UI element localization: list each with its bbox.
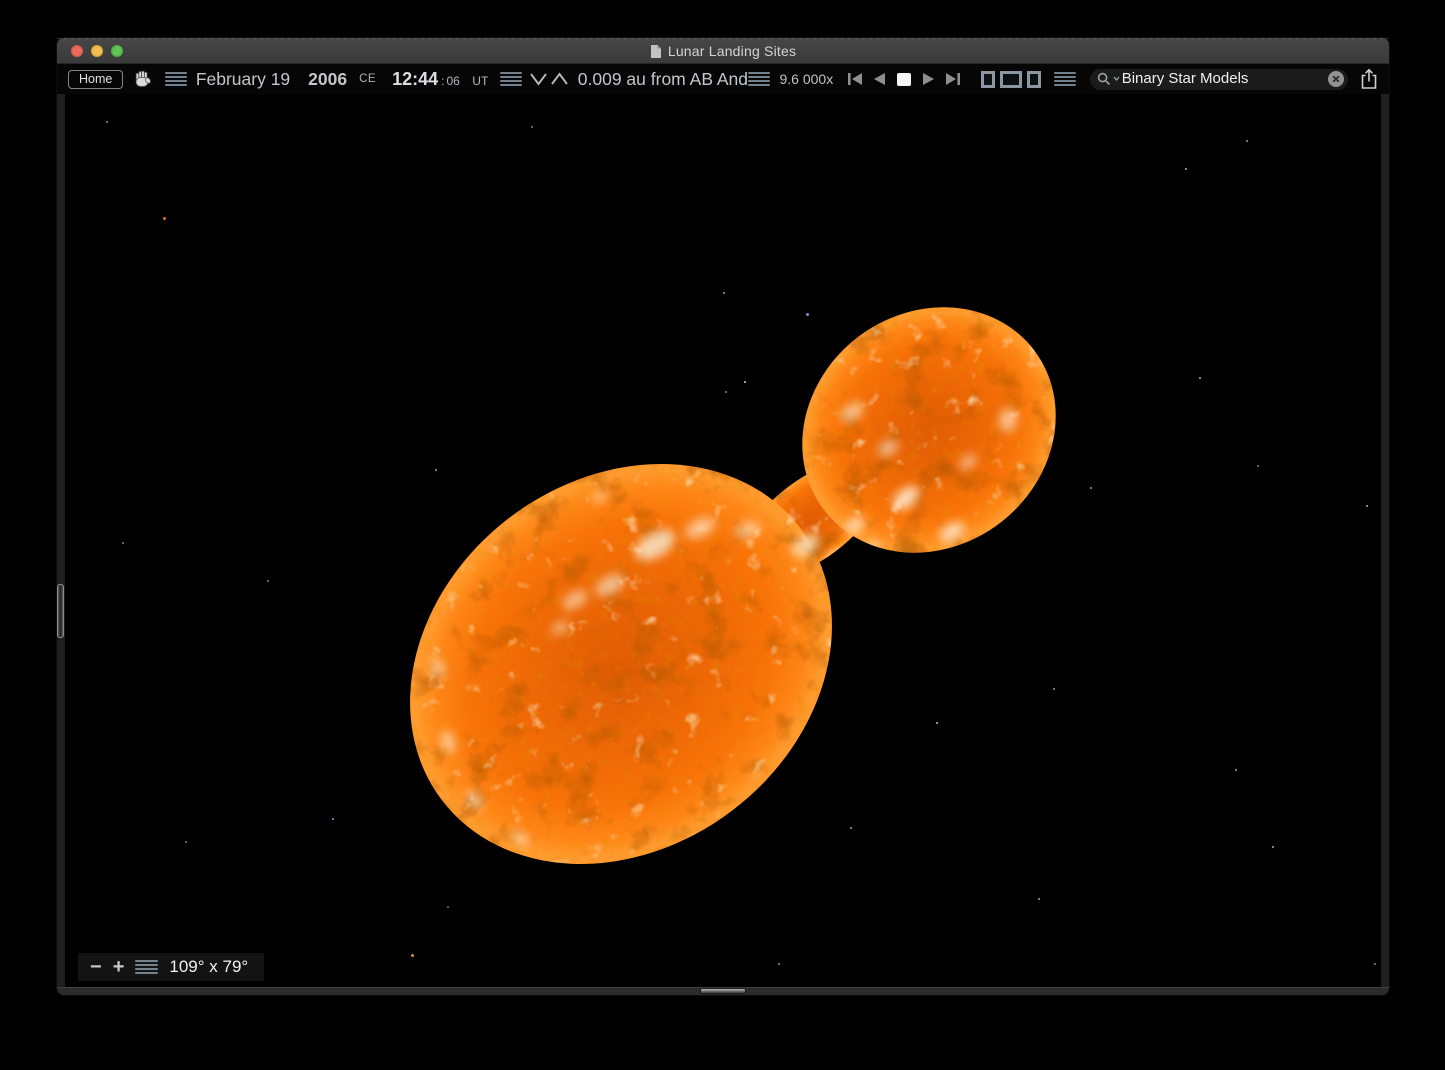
app-window: Lunar Landing Sites Home February 19 200… bbox=[57, 38, 1389, 995]
transport-controls bbox=[847, 72, 961, 87]
background-star bbox=[1235, 769, 1237, 771]
play-icon[interactable] bbox=[922, 72, 935, 86]
skip-to-end-icon[interactable] bbox=[945, 72, 961, 86]
window-titlebar[interactable]: Lunar Landing Sites bbox=[57, 38, 1389, 64]
background-star bbox=[267, 580, 269, 582]
background-star bbox=[1374, 963, 1376, 965]
background-star bbox=[1038, 898, 1040, 900]
era-value[interactable]: CE bbox=[359, 73, 376, 85]
rate-menu-icon[interactable] bbox=[748, 72, 769, 87]
left-pane-toggle-icon[interactable] bbox=[981, 71, 995, 88]
search-input[interactable] bbox=[1122, 70, 1326, 88]
window-bottom-frame bbox=[57, 987, 1389, 995]
date-value[interactable]: February 19 bbox=[196, 69, 290, 90]
chevron-down-icon[interactable] bbox=[529, 71, 548, 87]
background-star bbox=[411, 954, 414, 957]
background-star bbox=[332, 818, 334, 820]
fov-menu-icon[interactable] bbox=[135, 960, 158, 975]
options-menu-icon[interactable] bbox=[1054, 72, 1075, 87]
background-star bbox=[435, 469, 437, 471]
background-star bbox=[1272, 846, 1274, 848]
background-star bbox=[850, 827, 852, 829]
background-star bbox=[106, 121, 108, 123]
background-star bbox=[806, 313, 809, 316]
year-value[interactable]: 2006 bbox=[308, 69, 347, 90]
window-frame: − + 109° x 79° bbox=[57, 94, 1389, 987]
seconds-value[interactable]: 06 bbox=[446, 74, 459, 88]
toolbar: Home February 19 2006 CE 12:44:06 UT bbox=[57, 64, 1389, 94]
time-group[interactable]: 12:44:06 UT bbox=[392, 69, 488, 90]
search-scope-chevron-icon[interactable] bbox=[1113, 76, 1120, 82]
background-star bbox=[744, 381, 746, 383]
home-button[interactable]: Home bbox=[68, 70, 123, 89]
bottom-drawer-handle[interactable] bbox=[700, 988, 746, 994]
timezone-label[interactable]: UT bbox=[472, 74, 488, 88]
background-star bbox=[936, 722, 938, 724]
fov-bar: − + 109° x 79° bbox=[78, 953, 264, 981]
background-star bbox=[1185, 168, 1187, 170]
background-star bbox=[163, 217, 166, 220]
binary-star-model bbox=[65, 94, 1381, 987]
background-star bbox=[1053, 688, 1055, 690]
background-star bbox=[1246, 140, 1248, 142]
window-title: Lunar Landing Sites bbox=[668, 43, 796, 59]
time-separator: : bbox=[441, 74, 444, 88]
background-star bbox=[1090, 487, 1092, 489]
star-hotspot bbox=[989, 535, 1015, 557]
skip-to-start-icon[interactable] bbox=[847, 72, 863, 86]
center-pane-toggle-icon[interactable] bbox=[1000, 71, 1022, 88]
background-star bbox=[1257, 465, 1259, 467]
background-star bbox=[723, 292, 725, 294]
background-star bbox=[122, 542, 124, 544]
date-menu-icon[interactable] bbox=[165, 72, 186, 87]
clear-search-icon[interactable] bbox=[1328, 71, 1344, 87]
share-icon[interactable] bbox=[1359, 68, 1379, 90]
hand-pan-tool-icon[interactable] bbox=[133, 69, 153, 89]
background-star bbox=[1366, 505, 1368, 507]
chevron-up-icon[interactable] bbox=[550, 71, 569, 87]
stop-icon[interactable] bbox=[896, 72, 912, 87]
sky-view[interactable]: − + 109° x 79° bbox=[65, 94, 1381, 987]
pane-toggles bbox=[981, 71, 1041, 88]
zoom-out-button[interactable]: − bbox=[90, 957, 102, 977]
time-rate-value[interactable]: 9.6 000x bbox=[780, 71, 834, 87]
background-star bbox=[778, 963, 780, 965]
document-icon bbox=[650, 44, 662, 59]
step-back-icon[interactable] bbox=[873, 72, 886, 86]
background-star bbox=[1199, 377, 1201, 379]
right-pane-toggle-icon[interactable] bbox=[1027, 71, 1041, 88]
title-area: Lunar Landing Sites bbox=[57, 38, 1389, 64]
time-menu-icon[interactable] bbox=[500, 72, 521, 87]
fov-value[interactable]: 109° x 79° bbox=[169, 957, 248, 977]
background-star bbox=[531, 126, 533, 128]
left-drawer-handle[interactable] bbox=[57, 584, 64, 638]
background-star bbox=[447, 906, 449, 908]
search-field[interactable] bbox=[1090, 69, 1348, 90]
background-star bbox=[725, 391, 727, 393]
zoom-in-button[interactable]: + bbox=[113, 957, 125, 977]
search-icon[interactable] bbox=[1097, 72, 1111, 86]
time-value[interactable]: 12:44 bbox=[392, 69, 438, 89]
viewing-location-value[interactable]: 0.009 au from AB And bbox=[578, 69, 748, 90]
background-star bbox=[185, 841, 187, 843]
